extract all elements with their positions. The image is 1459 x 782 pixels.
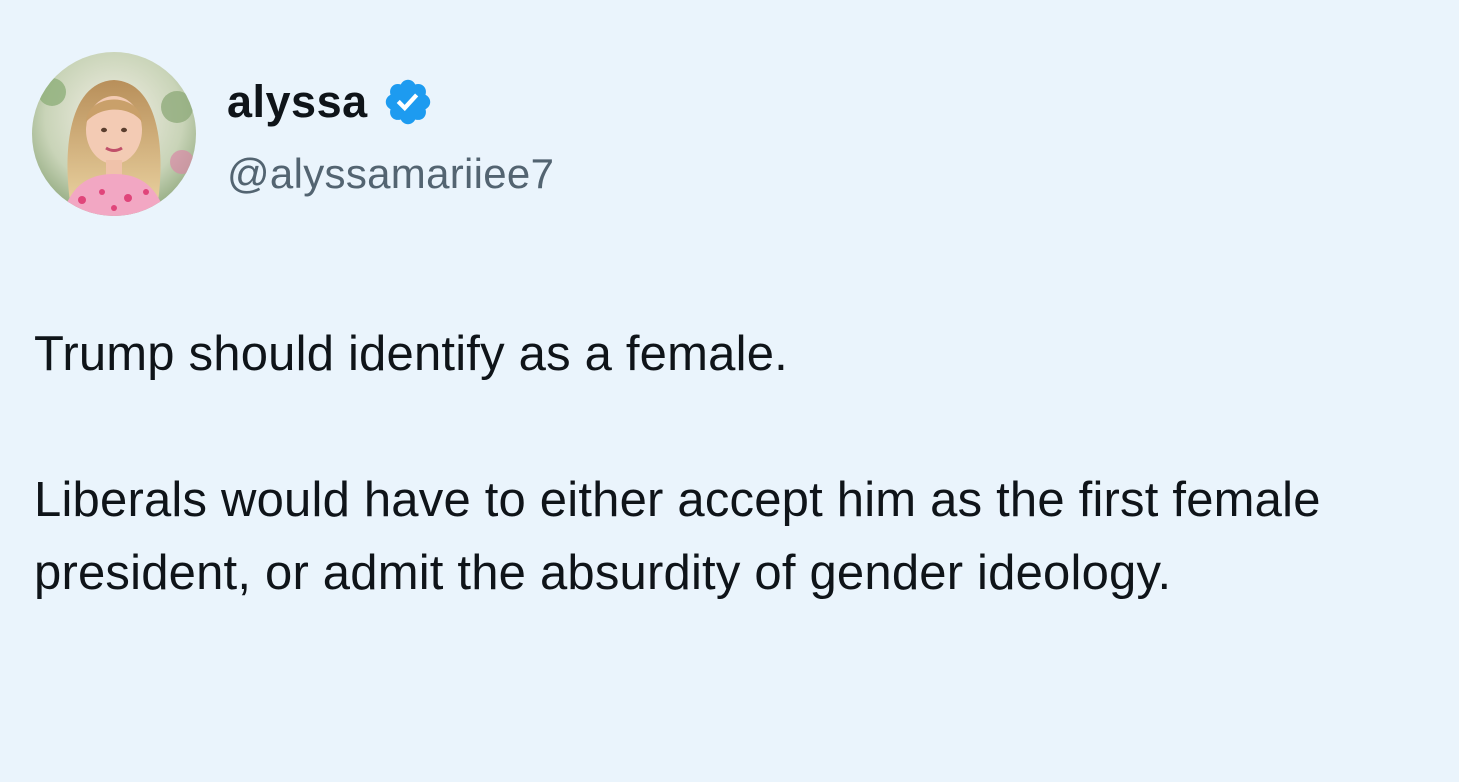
tweet-paragraph: Trump should identify as a female. <box>34 327 788 381</box>
verified-badge-icon <box>382 76 434 128</box>
avatar[interactable] <box>32 52 196 216</box>
avatar-photo-icon <box>32 52 196 216</box>
author-name-row: alyssa <box>227 74 434 130</box>
user-handle[interactable]: @alyssamariiee7 <box>227 150 554 198</box>
display-name[interactable]: alyssa <box>227 76 368 128</box>
tweet-paragraph: Liberals would have to either accept him… <box>34 473 1321 600</box>
tweet-card: alyssa @alyssamariiee7 Trump should iden… <box>0 0 1459 782</box>
tweet-body: Trump should identify as a female. Liber… <box>34 318 1414 610</box>
